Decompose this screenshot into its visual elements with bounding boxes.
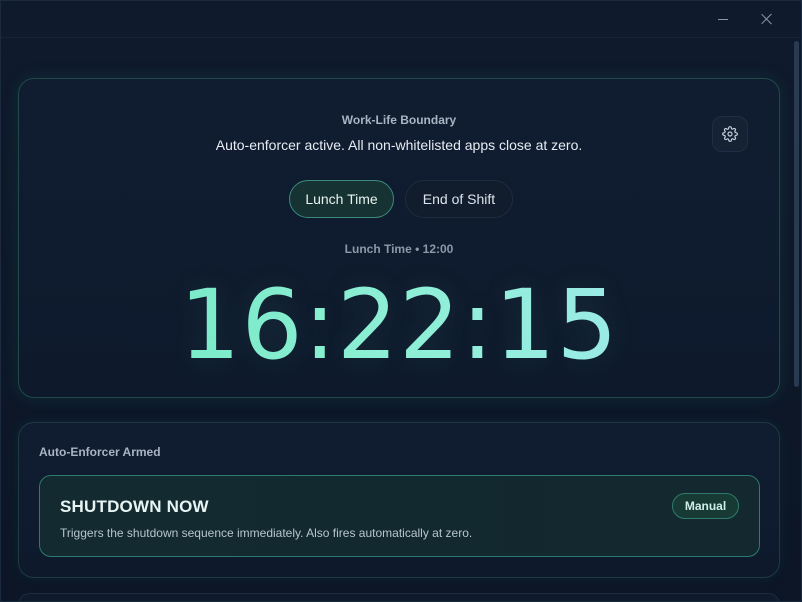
app-window: Work-Life Boundary Auto-enforcer active.…: [0, 0, 802, 602]
end-of-shift-button[interactable]: End of Shift: [405, 180, 513, 218]
target-time-label: Lunch Time • 12:00: [344, 242, 454, 256]
card-title: Work-Life Boundary: [341, 113, 457, 127]
timer-card: Work-Life Boundary Auto-enforcer active.…: [18, 78, 780, 398]
gear-icon: [722, 126, 738, 142]
title-bar: [1, 1, 801, 38]
settings-button[interactable]: [712, 116, 748, 152]
countdown-display: 16:22:15: [19, 275, 779, 375]
shutdown-description: Triggers the shutdown sequence immediate…: [60, 526, 473, 540]
close-button[interactable]: [755, 7, 779, 31]
enforcer-heading: Auto-Enforcer Armed: [39, 445, 161, 459]
minimize-icon: [718, 18, 728, 20]
next-card-edge: [18, 593, 780, 601]
card-subtitle: Auto-enforcer active. All non-whiteliste…: [215, 137, 583, 153]
enforcer-card: Auto-Enforcer Armed SHUTDOWN NOW Trigger…: [18, 422, 780, 578]
lunch-time-button[interactable]: Lunch Time: [289, 180, 394, 218]
minimize-button[interactable]: [711, 7, 735, 31]
scrollbar-thumb[interactable]: [794, 41, 799, 387]
manual-badge: Manual: [672, 493, 739, 519]
close-icon: [761, 13, 773, 25]
shutdown-title: SHUTDOWN NOW: [60, 497, 209, 516]
shutdown-now-button[interactable]: SHUTDOWN NOW Triggers the shutdown seque…: [39, 475, 760, 557]
